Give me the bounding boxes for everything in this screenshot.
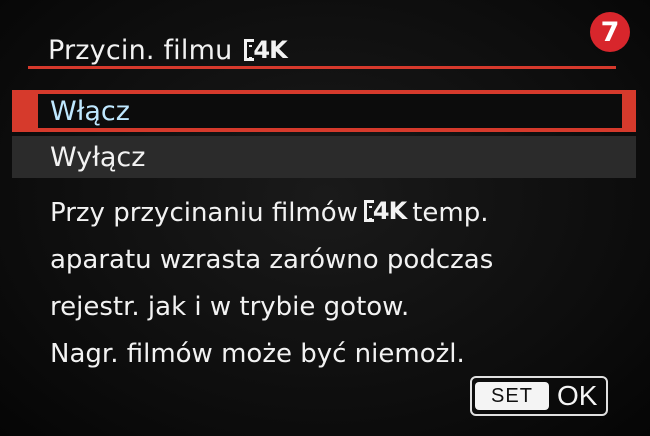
- page-title: Przycin. filmu: [48, 34, 233, 66]
- description-text: Przy przycinaniu filmów 4K temp. aparatu w…: [50, 190, 640, 378]
- option-label: Wyłącz: [50, 141, 146, 173]
- description-line-1-end: temp.: [412, 198, 489, 228]
- ok-label: OK: [557, 380, 598, 411]
- camera-menu-screen: Przycin. filmu 4K 7 Włącz Wyłącz Przy pr…: [0, 0, 650, 436]
- step-number-badge: 7: [590, 12, 630, 52]
- title-divider: [28, 66, 616, 69]
- movie-frame-glyph: [363, 199, 374, 222]
- description-line-4: Nagr. filmów może być niemożl.: [50, 339, 465, 369]
- movie-frame-icon: 4K: [363, 196, 407, 225]
- description-line-1: Przy przycinaniu filmów 4K temp.: [50, 190, 640, 237]
- option-wylacz[interactable]: Wyłącz: [12, 136, 636, 178]
- resolution-label: 4K: [253, 36, 287, 64]
- description-line-3: rejestr. jak i w trybie gotow.: [50, 292, 410, 322]
- movie-frame-icon: 4K: [244, 36, 288, 64]
- movie-frame-glyph: [244, 39, 255, 61]
- description-line-2: aparatu wzrasta zarówno podczas: [50, 245, 494, 275]
- option-wlacz-inner: Włącz: [38, 94, 622, 128]
- option-wlacz[interactable]: Włącz: [12, 90, 636, 132]
- description-line-1-start: Przy przycinaniu filmów: [50, 198, 358, 228]
- set-key-label: SET: [475, 382, 549, 410]
- menu-title-row: Przycin. filmu 4K: [48, 30, 288, 70]
- option-label: Włącz: [50, 95, 130, 127]
- resolution-label: 4K: [372, 196, 407, 225]
- set-ok-button[interactable]: SET OK: [470, 376, 608, 416]
